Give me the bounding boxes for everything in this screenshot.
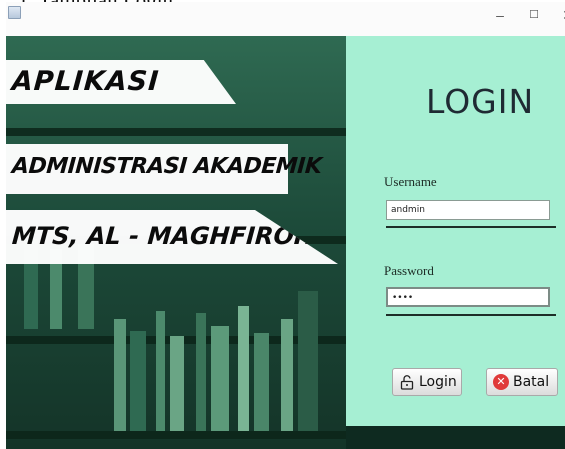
username-underline	[386, 226, 556, 228]
maximize-button[interactable]: ☐	[520, 4, 548, 26]
login-panel: LOGIN Username andmin Password •••• Logi…	[346, 36, 565, 426]
banner-administrasi: ADMINISTRASI AKADEMIK	[6, 144, 322, 194]
close-circle-icon: ✕	[493, 374, 509, 390]
password-underline	[386, 314, 556, 316]
banner-aplikasi-text: APLIKASI	[10, 66, 161, 97]
banner-aplikasi: APLIKASI	[6, 60, 236, 104]
banner-school-text: MTS, AL - MAGHFIROH	[11, 222, 316, 250]
cancel-button-label: Batal	[513, 374, 550, 390]
panel-bottom-edge	[346, 426, 565, 449]
cancel-button[interactable]: ✕ Batal	[486, 368, 558, 396]
login-button[interactable]: Login	[392, 368, 462, 396]
java-app-icon	[8, 6, 21, 19]
window-titlebar: – ☐ ✕	[6, 2, 565, 36]
login-title: LOGIN	[426, 82, 535, 121]
password-label: Password	[384, 263, 434, 278]
window-content: APLIKASI ADMINISTRASI AKADEMIK MTS, AL -…	[6, 36, 565, 449]
login-window: – ☐ ✕ APLIKASI ADMINISTRASI	[6, 2, 565, 449]
username-input[interactable]: andmin	[386, 200, 550, 220]
password-input[interactable]: ••••	[386, 287, 550, 307]
minimize-button[interactable]: –	[486, 4, 514, 26]
username-label: Username	[384, 174, 437, 189]
unlock-icon	[400, 375, 414, 390]
close-button[interactable]: ✕	[554, 4, 565, 26]
login-button-label: Login	[419, 374, 457, 390]
banner-administrasi-text: ADMINISTRASI AKADEMIK	[11, 154, 323, 179]
